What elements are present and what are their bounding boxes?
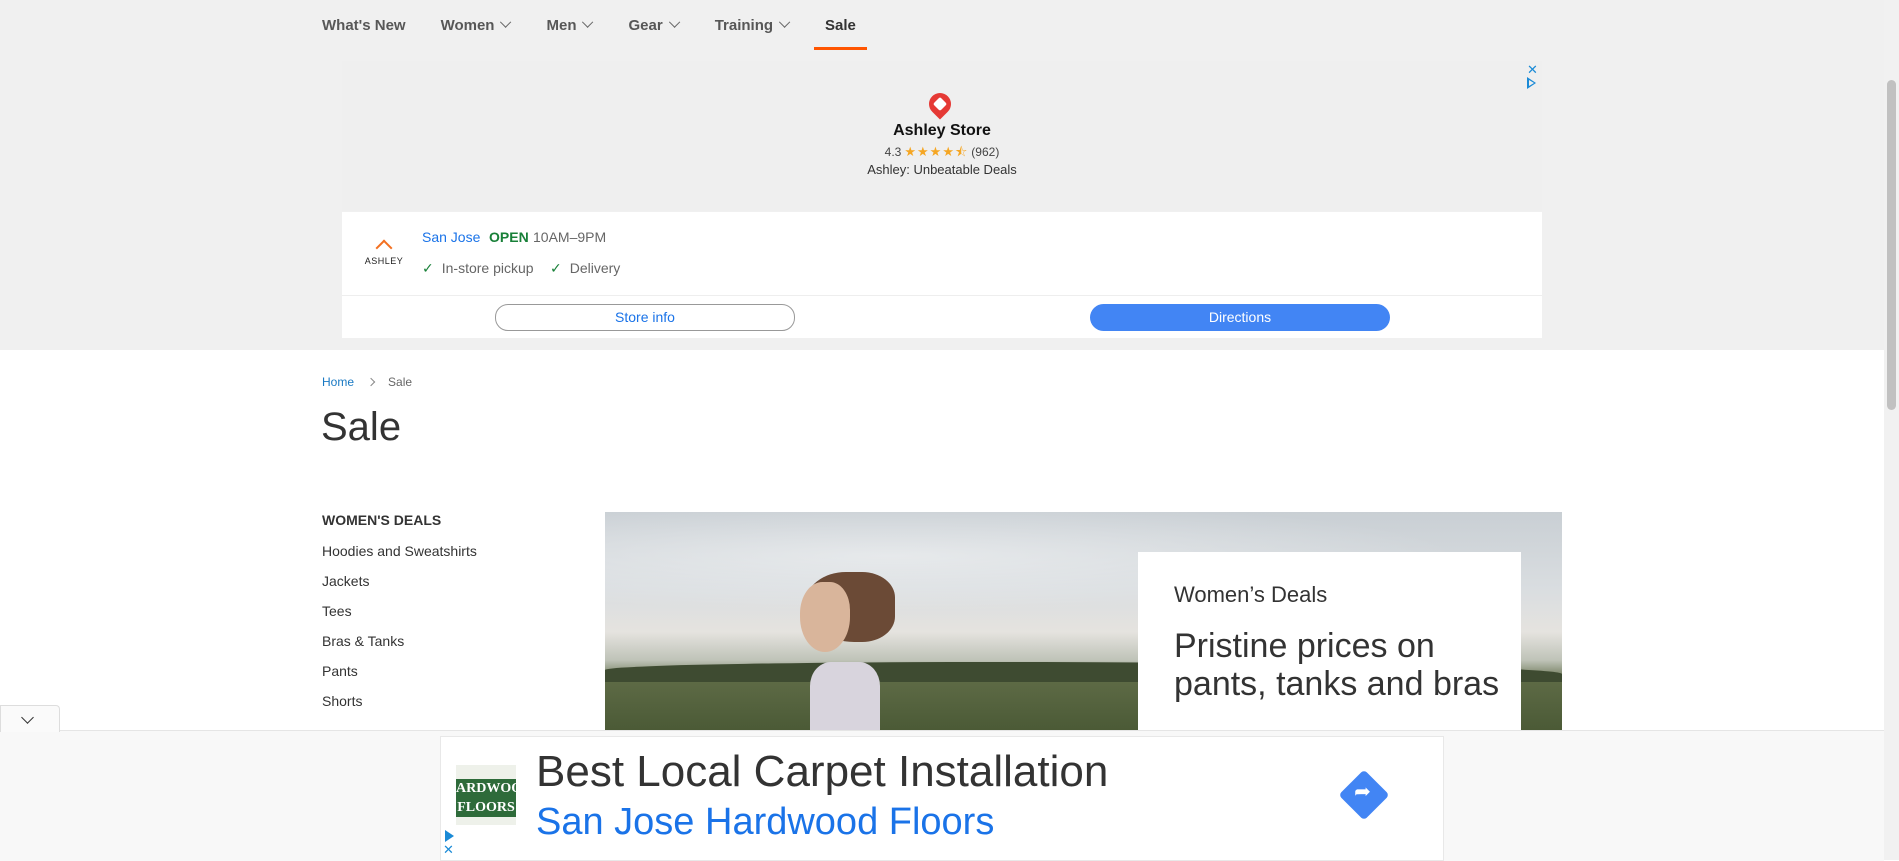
chevron-down-icon bbox=[582, 16, 594, 28]
store-info-button[interactable]: Store info bbox=[495, 304, 795, 331]
check-icon: ✓ bbox=[422, 260, 434, 276]
feature-label: Delivery bbox=[569, 260, 621, 276]
main-nav: What's New Women Men Gear Training Sale bbox=[322, 0, 891, 50]
store-city: San Jose bbox=[422, 229, 481, 245]
star-rating-icon: ★★★★⯪ bbox=[904, 144, 969, 159]
feature-label: In-store pickup bbox=[441, 260, 534, 276]
chevron-down-icon bbox=[668, 16, 680, 28]
collapse-ad-button[interactable] bbox=[0, 705, 60, 732]
hero-model-body bbox=[810, 662, 880, 730]
adchoices-icon[interactable] bbox=[445, 830, 454, 842]
logo-text: ARDWOO FLOORS bbox=[456, 779, 516, 817]
close-icon[interactable]: ✕ bbox=[443, 842, 454, 858]
directions-icon[interactable] bbox=[1338, 769, 1390, 821]
feature-delivery: ✓ Delivery bbox=[550, 260, 620, 277]
sidebar-heading: WOMEN'S DEALS bbox=[322, 512, 442, 528]
sidebar-item-pants[interactable]: Pants bbox=[322, 658, 477, 688]
chevron-down-icon bbox=[21, 711, 34, 724]
sidebar-list: Hoodies and Sweatshirts Jackets Tees Bra… bbox=[322, 538, 477, 718]
hardwood-floors-logo: ARDWOO FLOORS bbox=[456, 765, 516, 825]
logo-text: ASHLEY bbox=[364, 256, 404, 266]
sidebar-item-bras-tanks[interactable]: Bras & Tanks bbox=[322, 628, 477, 658]
directions-button[interactable]: Directions bbox=[1090, 304, 1390, 331]
nav-label: Gear bbox=[628, 16, 663, 34]
house-icon bbox=[375, 239, 393, 257]
nav-sale[interactable]: Sale bbox=[814, 0, 867, 50]
store-name[interactable]: Ashley Store bbox=[842, 122, 1042, 140]
store-card[interactable]: ASHLEY San Jose OPEN 10AM–9PM ✓ In-store … bbox=[342, 212, 1542, 338]
nav-whats-new[interactable]: What's New bbox=[322, 0, 406, 50]
close-icon[interactable]: ✕ bbox=[1527, 62, 1538, 78]
breadcrumb-current: Sale bbox=[388, 375, 413, 389]
chevron-right-icon bbox=[366, 377, 376, 387]
sidebar-item-hoodies[interactable]: Hoodies and Sweatshirts bbox=[322, 538, 477, 568]
bottom-ad[interactable]: ARDWOO FLOORS Best Local Carpet Installa… bbox=[440, 736, 1444, 861]
sidebar-item-tees[interactable]: Tees bbox=[322, 598, 477, 628]
chevron-down-icon bbox=[500, 16, 512, 28]
bottom-ad-title[interactable]: Best Local Carpet Installation bbox=[536, 747, 1108, 797]
scrollbar-thumb[interactable] bbox=[1887, 80, 1896, 410]
nav-label: Women bbox=[440, 16, 495, 34]
adchoices-icon[interactable] bbox=[1527, 77, 1536, 89]
store-status: OPEN bbox=[489, 229, 529, 245]
nav-women[interactable]: Women bbox=[441, 0, 512, 50]
hero-model-face bbox=[800, 582, 850, 652]
bottom-ad-subtitle[interactable]: San Jose Hardwood Floors bbox=[536, 801, 994, 844]
review-count: (962) bbox=[971, 145, 1000, 159]
nav-label: Training bbox=[714, 16, 774, 34]
nav-training[interactable]: Training bbox=[714, 0, 791, 50]
store-hours: 10AM–9PM bbox=[533, 229, 607, 245]
feature-pickup: ✓ In-store pickup bbox=[422, 260, 534, 277]
breadcrumb-home[interactable]: Home bbox=[322, 375, 354, 389]
divider bbox=[342, 295, 1542, 296]
hero-kicker: Women’s Deals bbox=[1174, 582, 1328, 607]
check-icon: ✓ bbox=[550, 260, 562, 276]
page-title: Sale bbox=[321, 405, 402, 449]
breadcrumb: Home Sale bbox=[322, 375, 412, 389]
rating-value: 4.3 bbox=[884, 145, 902, 159]
hero-title: Pristine prices on pants, tanks and bras bbox=[1174, 627, 1500, 703]
nav-men[interactable]: Men bbox=[546, 0, 594, 50]
chevron-down-icon bbox=[778, 16, 791, 28]
sidebar-item-shorts[interactable]: Shorts bbox=[322, 688, 477, 718]
nav-gear[interactable]: Gear bbox=[628, 0, 680, 50]
nav-label: Sale bbox=[825, 16, 856, 34]
nav-label: What's New bbox=[322, 16, 406, 34]
ad-tagline: Ashley: Unbeatable Deals bbox=[867, 162, 1017, 177]
nav-label: Men bbox=[546, 16, 577, 34]
ashley-logo: ASHLEY bbox=[359, 239, 409, 266]
sidebar-item-jackets[interactable]: Jackets bbox=[322, 568, 477, 598]
hero-banner[interactable]: Women’s Deals Pristine prices on pants, … bbox=[605, 512, 1562, 730]
hero-card: Women’s Deals Pristine prices on pants, … bbox=[1138, 552, 1521, 730]
